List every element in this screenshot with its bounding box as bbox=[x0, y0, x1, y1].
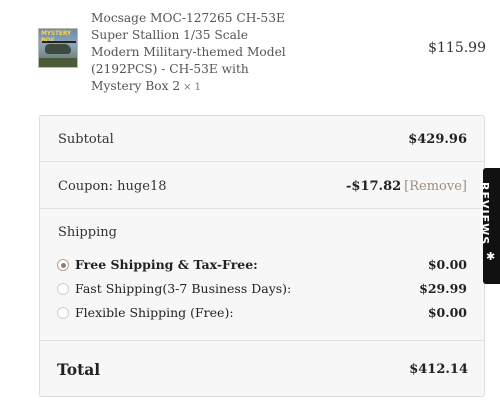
cart-item: MYSTERY BOX Mocsage MOC-127265 CH-53E Su… bbox=[0, 0, 500, 100]
shipping-option-price: $0.00 bbox=[427, 257, 467, 272]
product-name-line-last: Mystery Box 2 × 1 bbox=[91, 78, 291, 96]
product-price: $115.99 bbox=[428, 40, 486, 56]
product-name-line: (2192PCS) - CH-53E with bbox=[91, 62, 249, 76]
reviews-tab[interactable]: REVIEWS ✱ bbox=[478, 168, 500, 284]
helicopter-shape bbox=[45, 44, 71, 54]
star-icon: ✱ bbox=[486, 250, 496, 263]
product-thumbnail[interactable]: MYSTERY BOX bbox=[38, 28, 78, 68]
radio-unselected-icon[interactable] bbox=[57, 307, 69, 319]
shipping-option-label: Fast Shipping(3-7 Business Days): bbox=[75, 281, 292, 296]
total-value: $412.14 bbox=[409, 362, 468, 377]
shipping-options-layer: Free Shipping & Tax-Free: $0.00 Fast Shi… bbox=[39, 115, 485, 397]
shipping-option-label: Free Shipping & Tax-Free: bbox=[75, 257, 258, 272]
shipping-option-price: $29.99 bbox=[419, 281, 467, 296]
shipping-option-label: Flexible Shipping (Free): bbox=[75, 305, 234, 320]
product-quantity: × 1 bbox=[183, 82, 202, 93]
product-name-line: Super Stallion 1/35 Scale bbox=[91, 28, 248, 42]
radio-selected-icon[interactable] bbox=[57, 259, 69, 271]
shipping-option-price: $0.00 bbox=[427, 305, 467, 320]
product-name[interactable]: Mocsage MOC-127265 CH-53E Super Stallion… bbox=[91, 10, 291, 96]
helicopter-rotor-shape bbox=[42, 41, 76, 43]
thumbnail-ground bbox=[39, 58, 77, 67]
shipping-option-free[interactable]: Free Shipping & Tax-Free: $0.00 bbox=[57, 256, 467, 274]
shipping-option-flexible[interactable]: Flexible Shipping (Free): $0.00 bbox=[57, 304, 467, 322]
product-name-line: Mocsage MOC-127265 CH-53E bbox=[91, 11, 285, 25]
shipping-option-fast[interactable]: Fast Shipping(3-7 Business Days): $29.99 bbox=[57, 280, 467, 298]
reviews-tab-label: REVIEWS bbox=[478, 182, 491, 246]
total-row: Total $412.14 bbox=[39, 340, 485, 397]
total-label: Total bbox=[57, 360, 101, 379]
product-name-line: Mystery Box 2 bbox=[91, 79, 181, 93]
radio-unselected-icon[interactable] bbox=[57, 283, 69, 295]
product-name-line: Modern Military-themed Model bbox=[91, 45, 286, 59]
